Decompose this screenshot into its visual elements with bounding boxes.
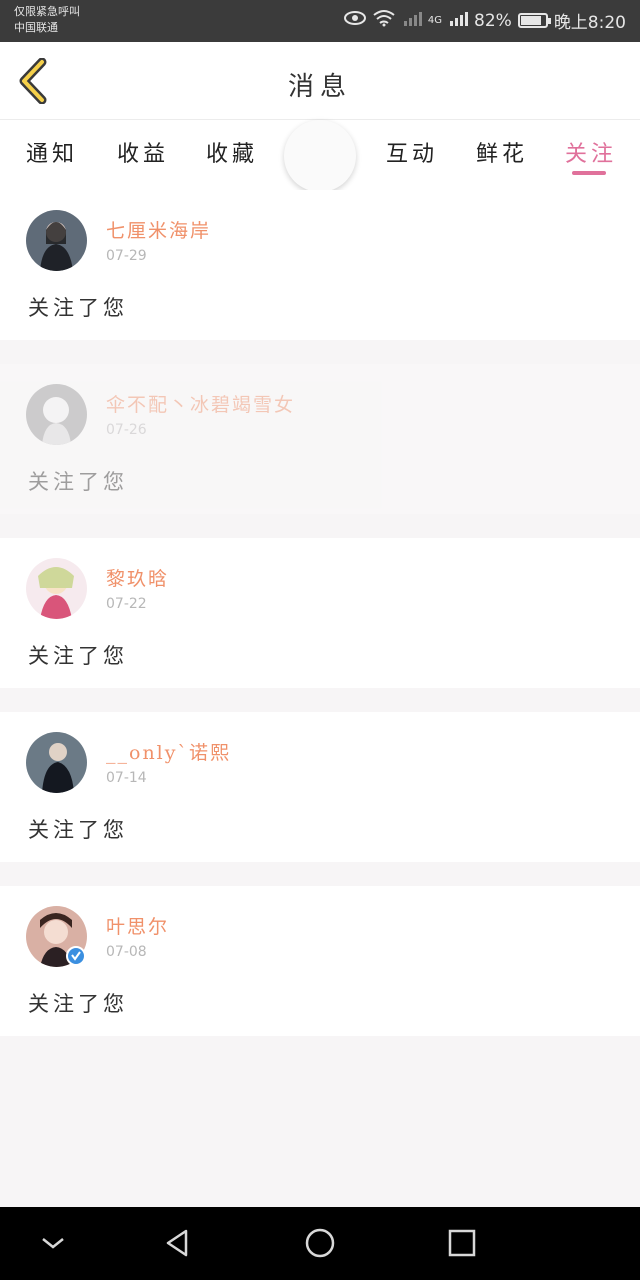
tab-notifications[interactable]: 通知 xyxy=(26,136,78,168)
no-sim-signal-icon xyxy=(402,9,422,32)
home-nav-button[interactable] xyxy=(302,1225,338,1261)
hide-nav-button[interactable] xyxy=(35,1225,71,1261)
tab-interactions[interactable]: 互动 xyxy=(386,136,438,168)
back-nav-button[interactable] xyxy=(160,1225,196,1261)
user-name[interactable]: 伞不配丶冰碧竭雪女 xyxy=(106,390,295,417)
carrier-info: 仅限紧急呼叫 中国联通 xyxy=(14,4,80,36)
signal-icon xyxy=(448,9,469,32)
tab-follows[interactable]: 关注 xyxy=(565,136,617,168)
system-nav-bar xyxy=(0,1207,640,1280)
notification-date: 07-22 xyxy=(106,596,147,612)
avatar[interactable] xyxy=(26,558,87,619)
verified-badge-icon xyxy=(66,946,86,970)
tab-flowers[interactable]: 鲜花 xyxy=(476,136,528,168)
active-tab-indicator xyxy=(572,171,606,175)
tab-earnings[interactable]: 收益 xyxy=(117,136,169,168)
notification-text: 关注了您 xyxy=(28,992,128,1016)
tab-favorites[interactable]: 收藏 xyxy=(206,136,258,168)
list-item[interactable]: 黎玖晗 07-22 关注了您 xyxy=(0,538,640,688)
floating-action-button[interactable] xyxy=(284,120,356,192)
notification-date: 07-14 xyxy=(106,770,147,786)
user-name[interactable]: 黎玖晗 xyxy=(106,564,169,591)
list-item[interactable]: 叶思尔 07-08 关注了您 xyxy=(0,886,640,1036)
notification-list: 七厘米海岸 07-29 关注了您 伞不配丶冰碧竭雪女 07-26 关注了您 黎玖… xyxy=(0,190,640,1060)
notification-text: 关注了您 xyxy=(28,470,128,494)
recents-nav-button[interactable] xyxy=(444,1225,480,1261)
avatar[interactable] xyxy=(26,210,87,271)
notification-text: 关注了您 xyxy=(28,296,128,320)
user-name[interactable]: __only`诺熙 xyxy=(106,738,231,765)
triangle-back-icon xyxy=(166,1229,188,1257)
chevron-down-icon xyxy=(42,1238,64,1249)
battery-icon xyxy=(517,13,551,28)
user-name[interactable]: 七厘米海岸 xyxy=(106,216,211,243)
network-type: 4G xyxy=(427,15,443,26)
list-item[interactable]: 伞不配丶冰碧竭雪女 07-26 关注了您 xyxy=(0,364,640,514)
avatar[interactable] xyxy=(26,384,87,445)
carrier-name: 中国联通 xyxy=(14,21,58,34)
status-icons: 4G 82% 晚上8:20 xyxy=(343,8,626,33)
clock: 晚上8:20 xyxy=(553,13,626,33)
battery-percent: 82% xyxy=(474,10,512,31)
list-item[interactable]: __only`诺熙 07-14 关注了您 xyxy=(0,712,640,862)
status-bar: 仅限紧急呼叫 中国联通 4G 82% 晚上8:20 xyxy=(0,0,640,42)
notification-date: 07-29 xyxy=(106,248,147,264)
notification-text: 关注了您 xyxy=(28,818,128,842)
notification-text: 关注了您 xyxy=(28,644,128,668)
wifi-icon xyxy=(372,9,396,32)
app-header: 消息 xyxy=(0,42,640,120)
notification-date: 07-26 xyxy=(106,422,147,438)
notification-date: 07-08 xyxy=(106,944,147,960)
user-name[interactable]: 叶思尔 xyxy=(106,912,169,939)
list-item[interactable]: 七厘米海岸 07-29 关注了您 xyxy=(0,190,640,340)
square-recents-icon xyxy=(448,1229,476,1257)
circle-home-icon xyxy=(305,1228,335,1258)
eye-icon xyxy=(343,10,366,31)
page-title: 消息 xyxy=(287,72,352,102)
avatar[interactable] xyxy=(26,732,87,793)
emergency-only-text: 仅限紧急呼叫 xyxy=(14,5,80,18)
